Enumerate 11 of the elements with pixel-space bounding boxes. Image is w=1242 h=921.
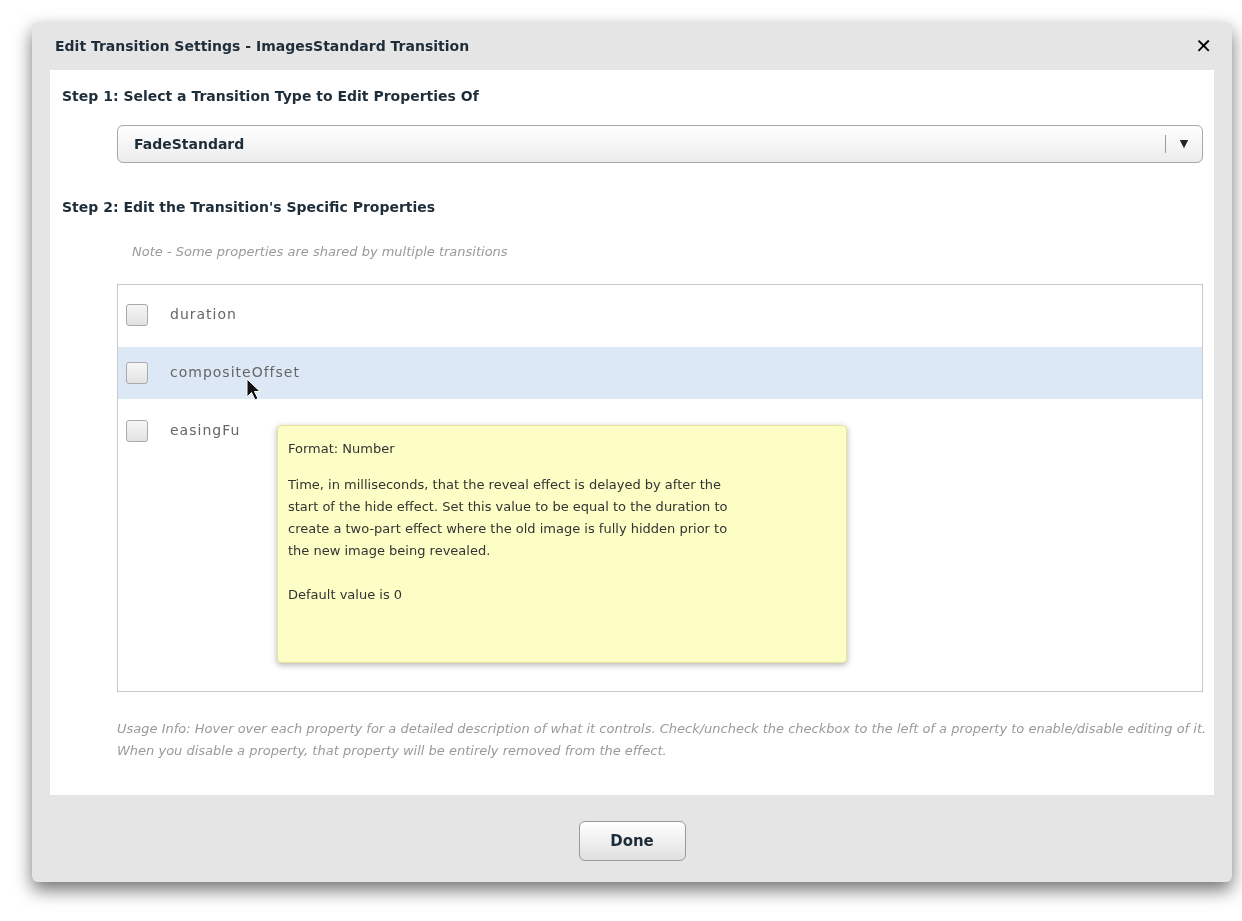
tooltip-format: Format: Number [288, 439, 396, 458]
step-heading: Step 2: Edit the Transition's Specific Properties [62, 198, 437, 217]
tooltip-default: Default value is 0 [288, 585, 404, 604]
property-name: easingFu [170, 421, 241, 440]
property-name: duration [170, 305, 237, 324]
tooltip-description: Time, in milliseconds, that the reveal effect is delayed by after the start of the hide effect. Set this value to be equal to the duration to create a two-part effect where the old image is fully hidden prior to the new image being revealed. [288, 475, 728, 560]
usage-info: Usage Info: Hover over each property for a detailed description of what it controls. Check/uncheck the checkbox to the left of a property to enable/disable editing of it. When you disable a property, that property will be entirely removed from the effect. [117, 719, 1207, 760]
property-name: compositeOffset [170, 363, 300, 382]
dialog-title: Edit Transition Settings - ImagesStandard Transition [55, 36, 470, 56]
note-text: Note - Some properties are shared by multiple transitions [132, 243, 509, 261]
step-heading: Step 1: Select a Transition Type to Edit Properties Of [62, 87, 480, 106]
